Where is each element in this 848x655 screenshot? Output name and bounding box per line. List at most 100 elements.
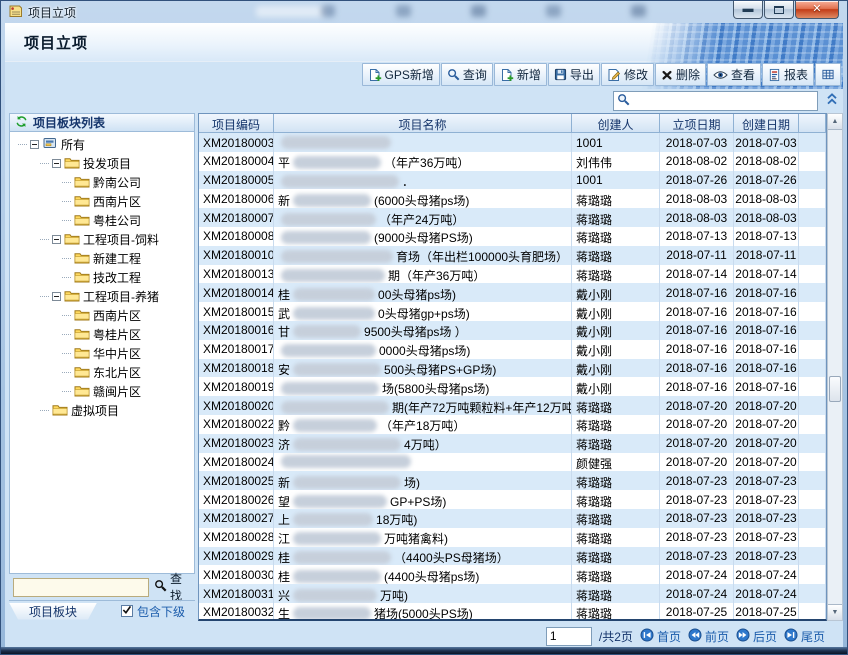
scroll-down-arrow[interactable]: ▼ <box>828 604 842 620</box>
tree-find-input[interactable] <box>13 578 149 597</box>
tree-item-虚拟项目[interactable]: 虚拟项目 <box>40 401 194 420</box>
toolbar-button-GPS新增[interactable]: GPS新增 <box>362 63 440 86</box>
cell-project-code: XM20180005 <box>199 171 274 190</box>
column-header-立项日期[interactable]: 立项日期 <box>660 114 734 133</box>
tree-item-东北片区[interactable]: 东北片区 <box>62 363 194 382</box>
table-row-XM20180014[interactable]: XM20180014 桂00头母猪ps场) 戴小刚 2018-07-16 201… <box>199 283 826 302</box>
column-header-创建日期[interactable]: 创建日期 <box>734 114 799 133</box>
tree-item-赣闽片区[interactable]: 赣闽片区 <box>62 382 194 401</box>
scroll-up-arrow[interactable]: ▲ <box>828 114 842 130</box>
column-header-项目编码[interactable]: 项目编码 <box>199 114 274 133</box>
table-row-XM20180027[interactable]: XM20180027 上18万吨) 蒋璐璐 2018-07-23 2018-07… <box>199 509 826 528</box>
cell-creator: 蒋璐璐 <box>572 528 660 547</box>
close-button[interactable]: ✕ <box>795 1 839 19</box>
table-row-XM20180020[interactable]: XM20180020 期(年产72万吨颗粒料+年产12万吨预混料) 蒋璐璐 20… <box>199 396 826 415</box>
table-row-XM20180003[interactable]: XM20180003 1001 2018-07-03 2018-07-03 <box>199 133 826 152</box>
table-row-XM20180010[interactable]: XM20180010 育场（年出栏100000头育肥场） 蒋璐璐 2018-07… <box>199 246 826 265</box>
tree-item-西南片区[interactable]: 西南片区 <box>62 306 194 325</box>
scrollbar-thumb[interactable] <box>829 376 841 402</box>
pager-尾页-button[interactable]: 尾页 <box>784 628 825 645</box>
page-number-input[interactable] <box>546 627 592 646</box>
quick-search-box[interactable] <box>613 91 818 111</box>
table-row-XM20180032[interactable]: XM20180032 生猪场(5000头PS场) 蒋璐璐 2018-07-25 … <box>199 603 826 621</box>
tree-item-华中片区[interactable]: 华中片区 <box>62 344 194 363</box>
table-row-XM20180006[interactable]: XM20180006 新(6000头母猪ps场) 蒋璐璐 2018-08-03 … <box>199 189 826 208</box>
redacted-text-blob <box>281 136 391 149</box>
toolbar-button-label: GPS新增 <box>385 66 434 83</box>
tree-item-技改工程[interactable]: 技改工程 <box>62 268 194 287</box>
toolbar-button-修改[interactable]: 修改 <box>601 63 654 86</box>
table-row-XM20180005[interactable]: XM20180005 ． 1001 2018-07-26 2018-07-26 <box>199 171 826 190</box>
collapse-panel-button[interactable] <box>826 92 838 109</box>
pager-首页-button[interactable]: 首页 <box>640 628 681 645</box>
table-row-XM20180019[interactable]: XM20180019 场(5800头母猪ps场) 戴小刚 2018-07-16 … <box>199 377 826 396</box>
refresh-icon[interactable] <box>15 115 28 131</box>
tree-item-新建工程[interactable]: 新建工程 <box>62 249 194 268</box>
table-row-XM20180022[interactable]: XM20180022 黔（年产18万吨） 蒋璐璐 2018-07-20 2018… <box>199 415 826 434</box>
table-row-XM20180029[interactable]: XM20180029 桂（4400头PS母猪场） 蒋璐璐 2018-07-23 … <box>199 547 826 566</box>
vertical-scrollbar[interactable]: ▲ ▼ <box>827 113 843 621</box>
column-header-创建人[interactable]: 创建人 <box>572 114 660 133</box>
tree-item-西南片区[interactable]: 西南片区 <box>62 192 194 211</box>
table-row-XM20180026[interactable]: XM20180026 望GP+PS场) 蒋璐璐 2018-07-23 2018-… <box>199 490 826 509</box>
tree-item-所有[interactable]: 所有 <box>18 135 194 154</box>
toolbar-button-报表[interactable]: 报表 <box>762 63 814 86</box>
table-row-XM20180031[interactable]: XM20180031 兴万吨) 蒋璐璐 2018-07-24 2018-07-2… <box>199 584 826 603</box>
tree-item-粤桂片区[interactable]: 粤桂片区 <box>62 325 194 344</box>
toolbar-button-grid[interactable] <box>815 63 841 86</box>
page-title: 项目立项 <box>24 32 88 53</box>
restore-button[interactable] <box>764 1 794 19</box>
redacted-text-blob <box>293 495 387 508</box>
collapse-expander-icon[interactable] <box>52 159 61 168</box>
table-row-XM20180008[interactable]: XM20180008 (9000头母猪PS场) 蒋璐璐 2018-07-13 2… <box>199 227 826 246</box>
toolbar-button-查看[interactable]: 查看 <box>707 63 761 86</box>
column-header-项目名称[interactable]: 项目名称 <box>274 114 572 133</box>
pager-前页-button[interactable]: 前页 <box>688 628 729 645</box>
collapse-expander-icon[interactable] <box>52 235 61 244</box>
collapse-expander-icon[interactable] <box>30 140 39 149</box>
tree-item-label: 东北片区 <box>93 364 141 381</box>
table-row-XM20180015[interactable]: XM20180015 武0头母猪gp+ps场) 戴小刚 2018-07-16 2… <box>199 302 826 321</box>
cell-creator: 戴小刚 <box>572 302 660 321</box>
table-row-XM20180028[interactable]: XM20180028 江万吨猪禽料) 蒋璐璐 2018-07-23 2018-0… <box>199 528 826 547</box>
titlebar[interactable]: 项目立项 ▬ ✕ <box>1 1 847 23</box>
app-window: 项目立项 ▬ ✕ 项目立项 GPS新增 查询 新增 导出 修改 删除 查看 报表 <box>0 0 848 655</box>
toolbar-button-删除[interactable]: 删除 <box>655 63 706 86</box>
collapse-expander-icon[interactable] <box>52 292 61 301</box>
table-row-XM20180016[interactable]: XM20180016 甘9500头母猪ps场 ） 戴小刚 2018-07-16 … <box>199 321 826 340</box>
tree-item-label: 西南片区 <box>93 193 141 210</box>
cell-approve-date: 2018-07-23 <box>660 490 734 509</box>
table-row-XM20180017[interactable]: XM20180017 0000头母猪ps场) 戴小刚 2018-07-16 20… <box>199 340 826 359</box>
toolbar-button-导出[interactable]: 导出 <box>548 63 600 86</box>
quick-search-input[interactable] <box>633 93 814 109</box>
table-row-XM20180007[interactable]: XM20180007 （年产24万吨） 蒋璐璐 2018-08-03 2018-… <box>199 208 826 227</box>
cell-project-code: XM20180026 <box>199 490 274 509</box>
tree-item-粤桂公司[interactable]: 粤桂公司 <box>62 211 194 230</box>
toolbar-button-新增[interactable]: 新增 <box>494 63 547 86</box>
tree-item-工程项目-养猪[interactable]: 工程项目-养猪 <box>40 287 194 306</box>
cell-create-date: 2018-07-14 <box>734 265 799 284</box>
minimize-button[interactable]: ▬ <box>733 1 763 19</box>
table-row-XM20180018[interactable]: XM20180018 安500头母猪PS+GP场) 戴小刚 2018-07-16… <box>199 359 826 378</box>
table-row-XM20180023[interactable]: XM20180023 济4万吨） 蒋璐璐 2018-07-20 2018-07-… <box>199 434 826 453</box>
tab-project-board[interactable]: 项目板块 <box>9 603 97 620</box>
table-row-XM20180004[interactable]: XM20180004 平（年产36万吨） 刘伟伟 2018-08-02 2018… <box>199 152 826 171</box>
folder-icon <box>64 232 80 248</box>
cell-create-date: 2018-07-16 <box>734 283 799 302</box>
find-button[interactable]: 查找 <box>154 570 193 604</box>
cell-project-code: XM20180020 <box>199 396 274 415</box>
table-row-XM20180030[interactable]: XM20180030 桂(4400头母猪ps场) 蒋璐璐 2018-07-24 … <box>199 565 826 584</box>
table-row-XM20180013[interactable]: XM20180013 期（年产36万吨） 蒋璐璐 2018-07-14 2018… <box>199 265 826 284</box>
table-row-XM20180025[interactable]: XM20180025 新场) 蒋璐璐 2018-07-23 2018-07-23 <box>199 471 826 490</box>
cell-project-name: 黔（年产18万吨） <box>274 415 572 434</box>
tree-item-label: 技改工程 <box>93 269 141 286</box>
chevron-up-double-icon <box>826 95 838 109</box>
pager-后页-button[interactable]: 后页 <box>736 628 777 645</box>
cell-project-name: 生猪场(5000头PS场) <box>274 603 572 621</box>
toolbar-button-查询[interactable]: 查询 <box>441 63 493 86</box>
tree-item-黔南公司[interactable]: 黔南公司 <box>62 173 194 192</box>
include-sub-checkbox[interactable]: 包含下级 <box>121 603 195 620</box>
table-row-XM20180024[interactable]: XM20180024 颜健强 2018-07-20 2018-07-20 <box>199 453 826 472</box>
tree-item-工程项目-饲料[interactable]: 工程项目-饲料 <box>40 230 194 249</box>
tree-item-投发项目[interactable]: 投发项目 <box>40 154 194 173</box>
